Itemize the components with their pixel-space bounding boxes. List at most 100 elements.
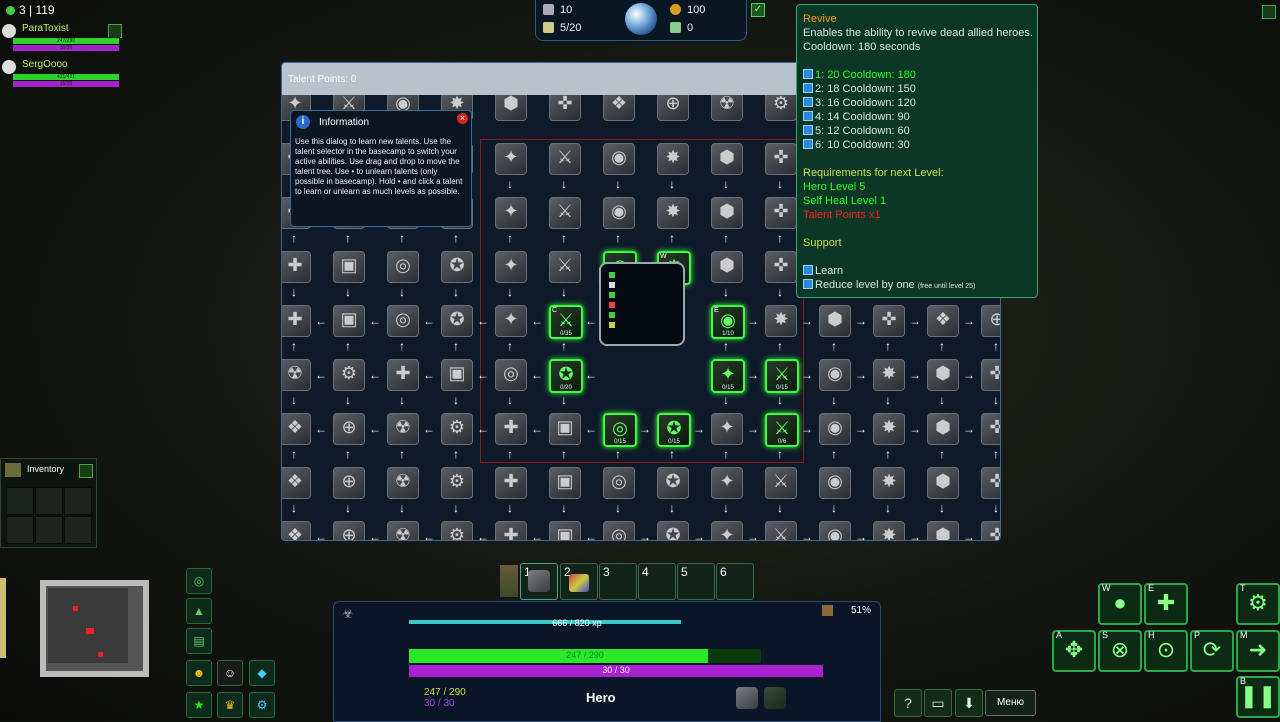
pause-command[interactable]: B ❚❚ bbox=[1236, 676, 1280, 718]
talent-tile[interactable]: ⚔ bbox=[765, 521, 797, 540]
talent-tile[interactable]: ◎ bbox=[603, 467, 635, 499]
chat-button[interactable]: ▭ bbox=[924, 689, 952, 717]
talent-tile[interactable]: ✦ bbox=[711, 521, 743, 540]
talent-tile[interactable]: ✸ bbox=[765, 305, 797, 337]
talent-tile[interactable]: ✚ bbox=[282, 251, 311, 283]
talent-tile[interactable]: ✪ bbox=[657, 467, 689, 499]
talent-tile[interactable]: ✦ bbox=[495, 197, 527, 229]
ability-slot-5[interactable]: 5 bbox=[677, 563, 715, 600]
terrain-icon[interactable]: ▲ bbox=[186, 598, 212, 624]
talent-tile[interactable]: ✦ bbox=[495, 305, 527, 337]
star-icon[interactable]: ★ bbox=[186, 692, 212, 718]
talent-tile[interactable]: ⊕ bbox=[981, 305, 1000, 337]
talent-tile[interactable]: ✦ bbox=[495, 251, 527, 283]
talent-tile[interactable]: ◎ bbox=[387, 251, 419, 283]
talent-tile[interactable]: ⬢ bbox=[927, 521, 959, 540]
talent-tile[interactable]: ◉ E 1/10 bbox=[711, 305, 745, 339]
talent-tile[interactable]: ✚ bbox=[282, 305, 311, 337]
talent-tile[interactable]: ✦ bbox=[495, 143, 527, 175]
help-button[interactable]: ? bbox=[894, 689, 922, 717]
talent-tile[interactable]: ☢ bbox=[387, 413, 419, 445]
talent-tile[interactable]: ❖ bbox=[282, 467, 311, 499]
ability-slot-4[interactable]: 4 bbox=[638, 563, 676, 600]
talent-tile[interactable]: ✸ bbox=[873, 467, 905, 499]
talent-tile[interactable]: ✸ bbox=[873, 521, 905, 540]
options-icon[interactable] bbox=[1262, 5, 1276, 19]
talent-tile[interactable]: ⚔ 0/15 bbox=[765, 359, 799, 393]
talent-tile[interactable]: ✪ bbox=[657, 521, 689, 540]
talent-tile[interactable]: ✦ 0/15 bbox=[711, 359, 745, 393]
inventory-slot[interactable] bbox=[6, 516, 34, 544]
talent-tile[interactable]: ▣ bbox=[333, 251, 365, 283]
stop-command[interactable]: S ⊗ bbox=[1098, 630, 1142, 672]
hold-command[interactable]: H ⊙ bbox=[1144, 630, 1188, 672]
talent-tile[interactable]: ✚ bbox=[495, 467, 527, 499]
transport-command[interactable]: T ⚙ bbox=[1236, 583, 1280, 625]
hero-icon[interactable]: ☻ bbox=[186, 660, 212, 686]
talent-tile[interactable]: ◎ bbox=[387, 305, 419, 337]
map-layer-icon[interactable]: ▤ bbox=[186, 628, 212, 654]
heal-command[interactable]: E ✚ bbox=[1144, 583, 1188, 625]
grenade-command[interactable]: W ● bbox=[1098, 583, 1142, 625]
talent-tile[interactable]: ▣ bbox=[549, 521, 581, 540]
talent-tile[interactable]: ⬢ bbox=[927, 467, 959, 499]
talent-tile[interactable]: ☢ bbox=[387, 521, 419, 540]
talent-tile[interactable]: ✚ bbox=[495, 413, 527, 445]
talent-tile[interactable]: ⚙ bbox=[441, 521, 473, 540]
talent-tile[interactable]: ◉ bbox=[819, 413, 851, 445]
player-profile-icon[interactable]: ☺ bbox=[217, 660, 243, 686]
move-command[interactable]: M ➜ bbox=[1236, 630, 1280, 672]
talent-tile[interactable]: ✸ bbox=[873, 359, 905, 391]
talent-tile[interactable]: ⊕ bbox=[333, 467, 365, 499]
talent-tile[interactable]: ▣ bbox=[333, 305, 365, 337]
talent-tile[interactable]: ⬢ bbox=[819, 305, 851, 337]
talent-tile[interactable]: ⬢ bbox=[711, 251, 743, 283]
ability-slot-2[interactable]: 2 bbox=[560, 563, 598, 600]
weapon-item-icon[interactable] bbox=[764, 687, 786, 709]
inventory-slot[interactable] bbox=[64, 516, 92, 544]
talent-tile[interactable]: ⬢ bbox=[711, 197, 743, 229]
talent-tile[interactable]: ⊕ bbox=[333, 521, 365, 540]
talent-tile[interactable]: ❖ bbox=[927, 305, 959, 337]
ability-slot-3[interactable]: 3 bbox=[599, 563, 637, 600]
talent-tile[interactable]: ✪ 0/20 bbox=[549, 359, 583, 393]
talent-tile[interactable]: ✚ bbox=[387, 359, 419, 391]
ability-slot-6[interactable]: 6 bbox=[716, 563, 754, 600]
talent-tile[interactable]: ✜ bbox=[765, 143, 797, 175]
talent-tile[interactable]: ⊕ bbox=[333, 413, 365, 445]
talent-tile[interactable]: ✚ bbox=[495, 521, 527, 540]
talent-tile[interactable]: ◉ bbox=[603, 197, 635, 229]
talent-tile[interactable]: ◎ bbox=[603, 521, 635, 540]
talent-tile[interactable]: ⚙ bbox=[333, 359, 365, 391]
settings-gear-icon[interactable]: ⚙ bbox=[249, 692, 275, 718]
talent-tile[interactable]: ✸ bbox=[657, 197, 689, 229]
talent-tile[interactable]: ⚔ bbox=[549, 143, 581, 175]
talent-tile[interactable]: ◉ bbox=[603, 143, 635, 175]
talent-tile[interactable]: ✜ bbox=[981, 359, 1000, 391]
talent-tile[interactable]: ✪ bbox=[441, 251, 473, 283]
talent-tile[interactable]: ☢ bbox=[387, 467, 419, 499]
talent-tile[interactable]: ▣ bbox=[549, 413, 581, 445]
attack-command[interactable]: A ✥ bbox=[1052, 630, 1096, 672]
crown-icon[interactable]: ♛ bbox=[217, 692, 243, 718]
talent-tile[interactable]: ✪ 0/15 bbox=[657, 413, 691, 447]
patrol-command[interactable]: P ⟳ bbox=[1190, 630, 1234, 672]
inventory-slot[interactable] bbox=[6, 487, 34, 515]
talent-tile[interactable]: ❖ bbox=[282, 413, 311, 445]
talent-tile[interactable]: ⚔ bbox=[765, 467, 797, 499]
talent-tile[interactable]: ◉ bbox=[819, 467, 851, 499]
talent-tile[interactable]: ✸ bbox=[657, 143, 689, 175]
talent-tile[interactable]: ✜ bbox=[981, 413, 1000, 445]
minimap[interactable] bbox=[0, 570, 165, 690]
armor-item-icon[interactable] bbox=[736, 687, 758, 709]
talent-tile[interactable]: ⬢ bbox=[711, 143, 743, 175]
player-entry[interactable]: SergOooo 421/421 15/15 bbox=[2, 58, 122, 90]
talent-tile[interactable]: ✜ bbox=[981, 467, 1000, 499]
talent-tile[interactable]: ⚙ bbox=[441, 467, 473, 499]
signal-icon[interactable]: ◎ bbox=[186, 568, 212, 594]
talent-tile[interactable]: ◎ bbox=[495, 359, 527, 391]
talent-tile[interactable]: ◉ bbox=[819, 359, 851, 391]
talent-tile[interactable]: ✜ bbox=[765, 251, 797, 283]
talent-tile[interactable]: ✪ bbox=[441, 305, 473, 337]
talent-tile[interactable]: ◎ 0/15 bbox=[603, 413, 637, 447]
